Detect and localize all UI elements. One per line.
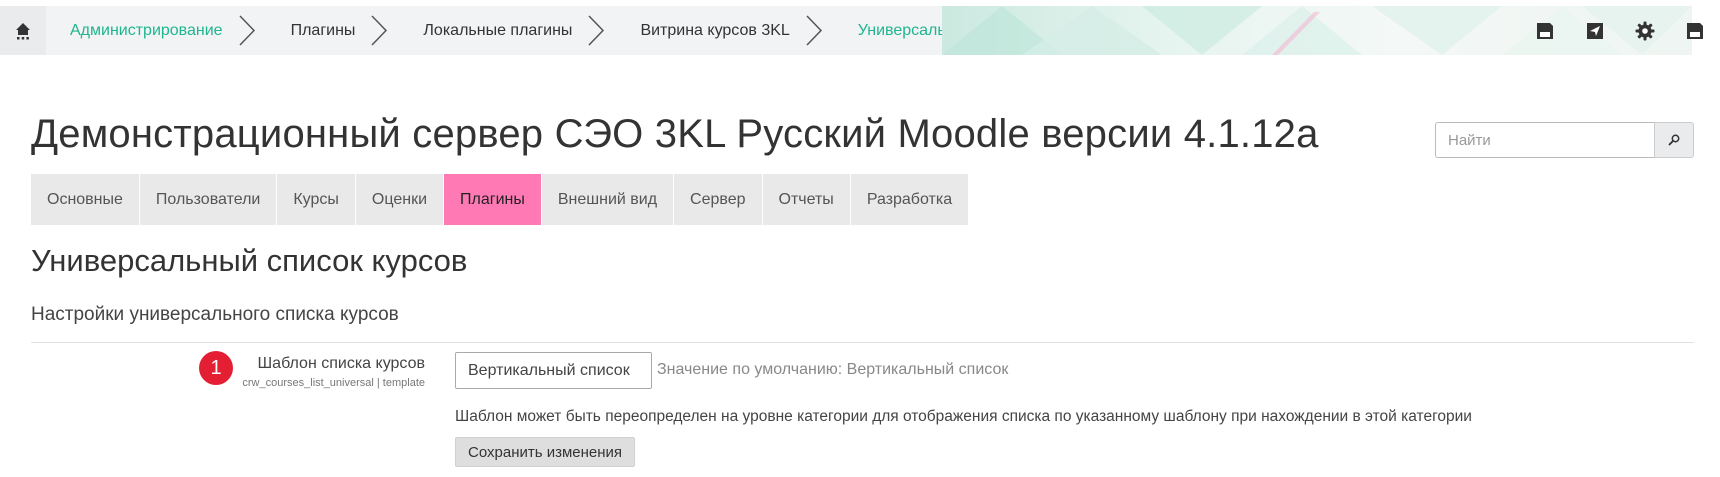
step-badge: 1 (199, 351, 233, 385)
template-select-value: Вертикальный список (468, 361, 630, 379)
breadcrumb-label: Локальные плагины (423, 21, 573, 39)
tab-courses[interactable]: Курсы (277, 174, 356, 225)
search-input[interactable] (1435, 122, 1654, 158)
tab-grades[interactable]: Оценки (355, 174, 445, 225)
tab-users[interactable]: Пользователи (139, 174, 278, 225)
breadcrumb-item-local-plugins[interactable]: Локальные плагины (399, 6, 616, 55)
save-button[interactable] (1670, 6, 1720, 55)
page-heading: Универсальный список курсов (31, 243, 468, 278)
breadcrumb-label: Администрирование (70, 21, 223, 39)
tab-plugins[interactable]: Плагины (444, 174, 542, 225)
save-button[interactable] (1520, 6, 1570, 55)
divider (31, 342, 1694, 343)
home-button[interactable] (0, 6, 46, 55)
top-navbar: Администрирование Плагины Локальные плаг… (0, 0, 1720, 60)
gear-icon (1635, 21, 1655, 40)
default-value-text: Значение по умолчанию: Вертикальный спис… (657, 361, 1009, 378)
setting-key: crw_courses_list_universal | template (242, 377, 425, 389)
breadcrumb-label: Плагины (290, 21, 356, 39)
tab-server[interactable]: Сервер (674, 174, 763, 225)
breadcrumb-item-administration[interactable]: Администрирование (46, 6, 267, 55)
chevron-right-icon (371, 15, 388, 46)
home-icon (16, 22, 30, 39)
chevron-right-icon (239, 15, 255, 46)
search-button[interactable] (1654, 122, 1694, 158)
breadcrumb-item-showcase[interactable]: Витрина курсов 3KL (616, 6, 833, 55)
breadcrumb-item-plugins[interactable]: Плагины (267, 6, 400, 55)
tab-appearance[interactable]: Внешний вид (541, 174, 675, 225)
tab-reports[interactable]: Отчеты (762, 174, 851, 225)
site-title: Демонстрационный сервер СЭО 3KL Русский … (31, 112, 1319, 156)
send-button[interactable] (1570, 6, 1620, 55)
setting-label: Шаблон списка курсов (257, 355, 425, 372)
save-icon (1687, 22, 1703, 39)
tab-development[interactable]: Разработка (850, 174, 970, 225)
send-icon (1587, 22, 1603, 39)
section-heading: Настройки универсального списка курсов (31, 304, 399, 325)
chevron-right-icon (588, 15, 605, 46)
admin-tabs: Основные Пользователи Курсы Оценки Плаги… (31, 174, 970, 225)
chevron-right-icon (806, 15, 822, 46)
settings-button[interactable] (1620, 6, 1670, 55)
top-icons (1520, 6, 1720, 55)
template-select[interactable]: Вертикальный список (455, 352, 652, 389)
save-changes-button[interactable]: Сохранить изменения (455, 437, 636, 467)
breadcrumb-label: Витрина курсов 3KL (640, 21, 790, 39)
breadcrumb: Администрирование Плагины Локальные плаг… (46, 6, 1083, 55)
setting-description: Шаблон может быть переопределен на уровн… (455, 408, 1472, 425)
save-icon (1537, 22, 1553, 39)
tab-general[interactable]: Основные (31, 174, 140, 225)
search-icon (1668, 134, 1680, 146)
